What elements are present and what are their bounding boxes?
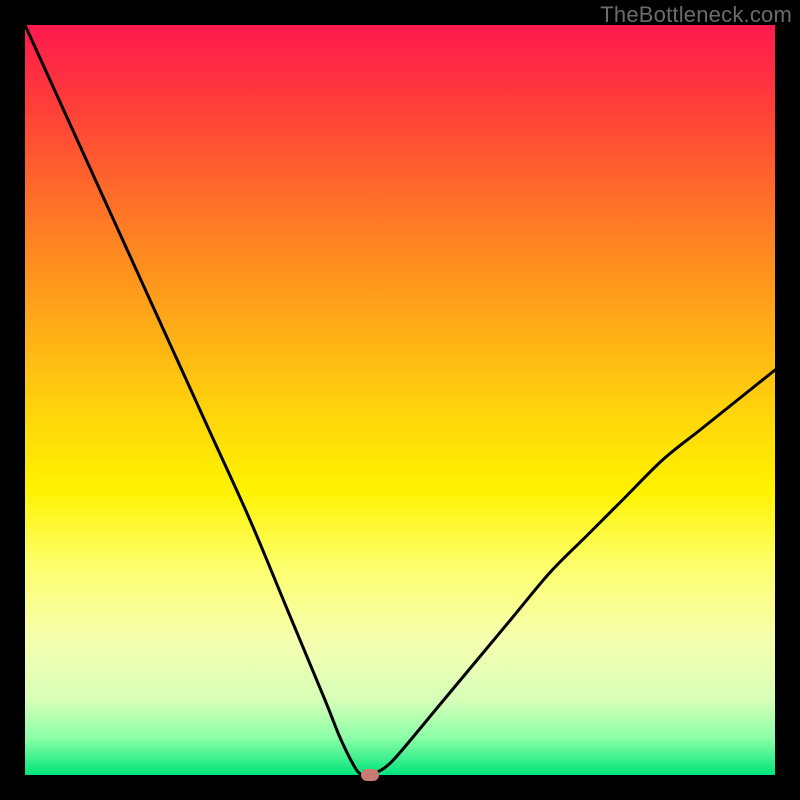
optimal-marker bbox=[361, 769, 379, 781]
watermark-text: TheBottleneck.com bbox=[600, 2, 792, 28]
plot-area bbox=[25, 25, 775, 775]
chart-frame: TheBottleneck.com bbox=[0, 0, 800, 800]
bottleneck-curve bbox=[25, 25, 775, 775]
